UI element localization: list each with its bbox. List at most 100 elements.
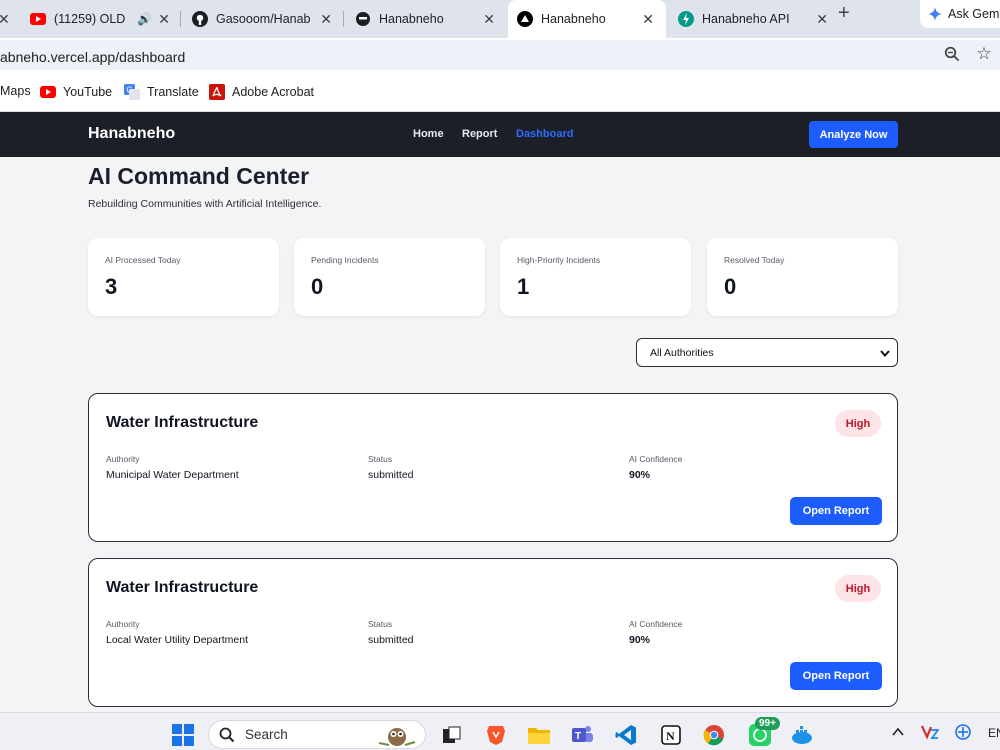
page-title: AI Command Center [88, 163, 310, 189]
status-value: submitted [368, 469, 414, 481]
close-icon[interactable]: ✕ [158, 11, 170, 28]
tab-youtube[interactable]: (11259) OLD 🔊 ✕ [30, 0, 170, 38]
vscode-icon[interactable] [614, 723, 638, 747]
nav-home[interactable]: Home [413, 128, 444, 140]
youtube-icon [40, 84, 56, 100]
bookmark-adobe-acrobat[interactable]: Adobe Acrobat [209, 84, 314, 100]
svg-text:N: N [666, 729, 675, 743]
docker-icon[interactable] [791, 723, 815, 747]
close-icon[interactable]: ✕ [642, 11, 654, 28]
speaker-icon[interactable]: 🔊 [137, 12, 152, 26]
browser-tab-strip: ✕ (11259) OLD 🔊 ✕ Gasooom/Hanab ✕ Hanabn… [0, 0, 1000, 38]
authority-label: Authority [106, 454, 140, 464]
page-subtitle: Rebuilding Communities with Artificial I… [88, 198, 322, 210]
incident-title: Water Infrastructure [106, 414, 259, 431]
task-view-icon[interactable] [440, 723, 464, 747]
ask-gemini-button[interactable]: Ask Gem [920, 0, 1000, 28]
antivirus-tray-icon[interactable] [920, 724, 940, 743]
svg-text:G: G [127, 86, 133, 95]
stat-value: 1 [517, 274, 530, 299]
owl-widget-icon [375, 723, 417, 750]
circle-logo-icon [355, 11, 371, 27]
bookmark-youtube[interactable]: YouTube [40, 84, 112, 100]
search-icon [219, 727, 235, 742]
stat-card-pending: Pending Incidents 0 [294, 238, 485, 316]
tab-hanabneho-api[interactable]: Hanabneho API ✕ [678, 0, 828, 38]
priority-badge: High [835, 575, 881, 602]
app-navbar: Hanabneho Home Report Dashboard Analyze … [0, 112, 1000, 157]
status-label: Status [368, 619, 393, 629]
input-language[interactable]: EN [988, 726, 1000, 740]
vercel-icon [517, 11, 533, 27]
chevron-down-icon [880, 350, 890, 358]
gemini-sparkle-icon [928, 7, 942, 21]
bookmark-translate[interactable]: G Translate [124, 84, 199, 100]
nav-report[interactable]: Report [462, 128, 497, 140]
confidence-label: AI Confidence [629, 454, 683, 464]
confidence-label: AI Confidence [629, 619, 683, 629]
tab-hanabneho[interactable]: Hanabneho ✕ [355, 0, 495, 38]
url-text[interactable]: abneho.vercel.app/dashboard [0, 49, 185, 65]
bookmark-maps[interactable]: Maps [0, 84, 31, 98]
tray-chevron-up-icon[interactable] [892, 726, 904, 740]
bookmark-label: YouTube [63, 85, 113, 99]
address-bar: abneho.vercel.app/dashboard [0, 38, 1000, 72]
open-report-button[interactable]: Open Report [790, 497, 882, 525]
stat-label: High-Priority Incidents [517, 255, 601, 265]
confidence-value: 90% [629, 634, 651, 646]
zoom-icon[interactable] [942, 44, 962, 64]
open-report-button[interactable]: Open Report [790, 662, 882, 690]
close-icon[interactable]: ✕ [816, 11, 828, 28]
network-globe-icon[interactable] [955, 724, 971, 743]
tab-title: Gasooom/Hanab [216, 12, 311, 26]
brand-logo[interactable]: Hanabneho [88, 125, 175, 143]
fastapi-icon [678, 11, 694, 27]
notion-icon[interactable]: N [659, 723, 683, 747]
close-icon[interactable]: ✕ [320, 11, 332, 28]
close-icon[interactable]: ✕ [0, 11, 10, 28]
acrobat-icon [209, 84, 225, 100]
stat-value: 0 [724, 274, 737, 299]
stat-label: AI Processed Today [105, 255, 181, 265]
tab-hanabneho-active[interactable]: Hanabneho ✕ [508, 0, 666, 38]
stat-label: Pending Incidents [311, 255, 379, 265]
tab-title: Hanabneho [379, 12, 444, 26]
tab-github[interactable]: Gasooom/Hanab ✕ [192, 0, 332, 38]
chrome-icon[interactable] [702, 723, 726, 747]
tab-divider [343, 11, 344, 27]
priority-badge: High [835, 410, 881, 437]
file-explorer-icon[interactable] [527, 723, 551, 747]
tab-title: Hanabneho API [702, 12, 790, 26]
taskbar: Search T N 99+ EN [0, 712, 1000, 750]
omnibox[interactable]: abneho.vercel.app/dashboard [0, 40, 1000, 70]
incident-card: Water Infrastructure High Authority Muni… [88, 393, 898, 542]
status-label: Status [368, 454, 393, 464]
bookmark-star-icon[interactable]: ☆ [974, 44, 994, 64]
bookmark-label: Translate [147, 85, 199, 99]
tab-partial[interactable]: ✕ [0, 0, 12, 38]
youtube-icon [30, 11, 46, 27]
github-icon [192, 11, 208, 27]
brave-browser-icon[interactable] [484, 723, 508, 747]
nav-dashboard[interactable]: Dashboard [516, 128, 573, 140]
search-placeholder: Search [245, 727, 288, 742]
stat-label: Resolved Today [724, 255, 785, 265]
authority-value: Municipal Water Department [106, 469, 239, 481]
bookmarks-bar: Maps YouTube G Translate Adobe Acrobat [0, 72, 1000, 112]
tab-divider [180, 11, 181, 27]
new-tab-button[interactable]: + [838, 2, 850, 25]
close-icon[interactable]: ✕ [483, 11, 495, 28]
windows-start-icon[interactable] [171, 723, 195, 747]
authority-label: Authority [106, 619, 140, 629]
authority-value: Local Water Utility Department [106, 634, 248, 646]
analyze-now-button[interactable]: Analyze Now [809, 121, 898, 148]
translate-icon: G [124, 84, 140, 100]
svg-text:T: T [575, 731, 581, 742]
authority-filter-select[interactable]: All Authorities [636, 338, 898, 367]
ask-gemini-label: Ask Gem [948, 7, 1000, 21]
stat-card-high-priority: High-Priority Incidents 1 [500, 238, 691, 316]
incident-title: Water Infrastructure [106, 579, 259, 596]
teams-icon[interactable]: T [570, 723, 594, 747]
taskbar-search[interactable]: Search [208, 720, 426, 749]
confidence-value: 90% [629, 469, 651, 481]
